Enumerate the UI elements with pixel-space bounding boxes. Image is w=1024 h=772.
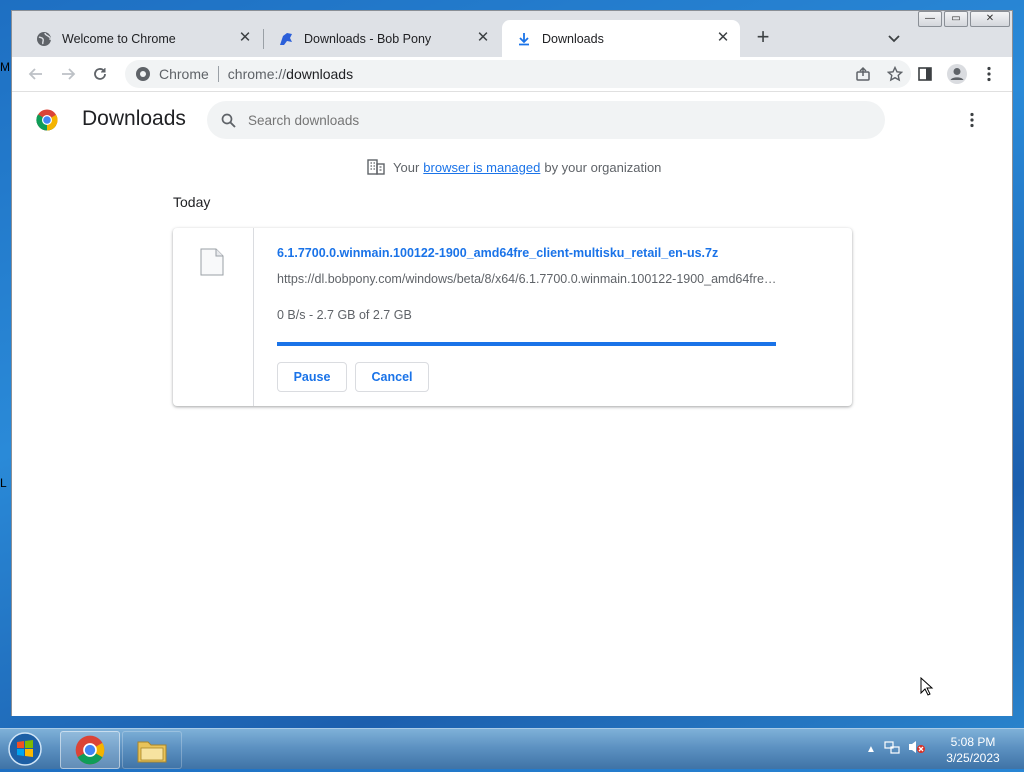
building-icon xyxy=(367,159,385,175)
omnibox-divider xyxy=(217,66,219,82)
date-section-label: Today xyxy=(173,194,211,210)
profile-avatar-icon[interactable] xyxy=(946,63,968,85)
browser-toolbar: Chrome chrome://downloads xyxy=(12,57,1012,91)
address-bar[interactable]: Chrome chrome://downloads xyxy=(125,60,911,88)
tab-bobpony-downloads[interactable]: Downloads - Bob Pony ✕ xyxy=(264,20,500,57)
start-button[interactable] xyxy=(6,731,44,767)
bobpony-logo-icon xyxy=(278,31,294,47)
download-icon xyxy=(516,31,532,47)
close-tab-icon[interactable]: ✕ xyxy=(716,30,730,45)
clock-date: 3/25/2023 xyxy=(946,751,1000,765)
download-progress-bar xyxy=(277,342,776,346)
taskbar: ▲ 5:08 PM 3/25/2023 xyxy=(0,728,1024,769)
desktop-icon-label-fragment: M xyxy=(0,60,10,74)
chrome-logo-icon xyxy=(36,109,58,136)
cancel-button[interactable]: Cancel xyxy=(355,362,429,392)
download-progress-fill xyxy=(277,342,776,346)
tab-downloads[interactable]: Downloads ✕ xyxy=(502,20,740,57)
browser-managed-link[interactable]: browser is managed xyxy=(423,160,540,175)
taskbar-chrome-button[interactable] xyxy=(60,731,120,769)
folder-icon xyxy=(137,741,167,763)
pause-button[interactable]: Pause xyxy=(277,362,347,392)
search-box xyxy=(207,101,885,139)
download-item-card: 6.1.7700.0.winmain.100122-1900_amd64fre_… xyxy=(173,228,852,406)
mouse-cursor-icon xyxy=(920,676,934,702)
window-controls: — ▭ ✕ xyxy=(916,11,1010,29)
chrome-menu-icon[interactable] xyxy=(979,64,999,84)
managed-prefix: Your xyxy=(393,159,420,175)
share-icon[interactable] xyxy=(855,66,871,85)
tab-search-chevron-icon[interactable] xyxy=(886,30,902,46)
forward-arrow-icon[interactable] xyxy=(58,64,78,84)
tab-strip: Welcome to Chrome ✕ Downloads - Bob Pony… xyxy=(12,11,1012,57)
download-status: 0 B/s - 2.7 GB of 2.7 GB xyxy=(277,308,412,322)
show-hidden-icons-arrow-icon[interactable]: ▲ xyxy=(866,744,876,755)
network-icon[interactable] xyxy=(884,739,900,760)
site-chip-label: Chrome xyxy=(159,66,209,82)
tab-title: Downloads - Bob Pony xyxy=(304,31,432,46)
tab-title: Downloads xyxy=(542,31,604,46)
clock-time: 5:08 PM xyxy=(950,735,996,749)
download-source-url[interactable]: https://dl.bobpony.com/windows/beta/8/x6… xyxy=(277,272,777,286)
close-window-button[interactable]: ✕ xyxy=(970,11,1010,27)
chrome-site-icon xyxy=(135,66,151,82)
page-menu-icon[interactable] xyxy=(969,112,983,130)
back-arrow-icon[interactable] xyxy=(26,64,46,84)
download-file-name-link[interactable]: 6.1.7700.0.winmain.100122-1900_amd64fre_… xyxy=(277,246,718,260)
file-icon-column xyxy=(173,228,254,406)
downloads-page: Downloads Your browser is managed by you… xyxy=(12,91,1012,716)
new-tab-button[interactable]: + xyxy=(752,26,774,49)
side-panel-icon[interactable] xyxy=(915,64,935,84)
volume-muted-icon[interactable] xyxy=(908,739,926,760)
search-input[interactable] xyxy=(246,111,830,129)
system-tray: ▲ xyxy=(866,739,926,760)
bookmark-star-icon[interactable] xyxy=(886,65,904,85)
globe-icon xyxy=(36,31,52,47)
chrome-window: Welcome to Chrome ✕ Downloads - Bob Pony… xyxy=(11,10,1013,716)
tab-title: Welcome to Chrome xyxy=(62,31,176,46)
close-tab-icon[interactable]: ✕ xyxy=(238,30,252,45)
managed-notice: Your browser is managed by your organiza… xyxy=(367,159,661,175)
tab-welcome[interactable]: Welcome to Chrome ✕ xyxy=(22,20,262,57)
search-icon xyxy=(221,113,236,128)
chrome-logo-icon xyxy=(75,735,105,765)
page-title: Downloads xyxy=(82,107,186,130)
taskbar-clock[interactable]: 5:08 PM 3/25/2023 xyxy=(930,734,1016,766)
managed-suffix: by your organization xyxy=(544,159,662,175)
url-text: chrome://downloads xyxy=(227,66,354,82)
desktop-icon-label-fragment: L xyxy=(0,476,7,490)
file-icon xyxy=(200,248,224,281)
close-tab-icon[interactable]: ✕ xyxy=(476,30,490,45)
taskbar-explorer-button[interactable] xyxy=(122,731,182,769)
minimize-button[interactable]: — xyxy=(918,11,942,27)
reload-icon[interactable] xyxy=(90,64,110,84)
maximize-button[interactable]: ▭ xyxy=(944,11,968,27)
